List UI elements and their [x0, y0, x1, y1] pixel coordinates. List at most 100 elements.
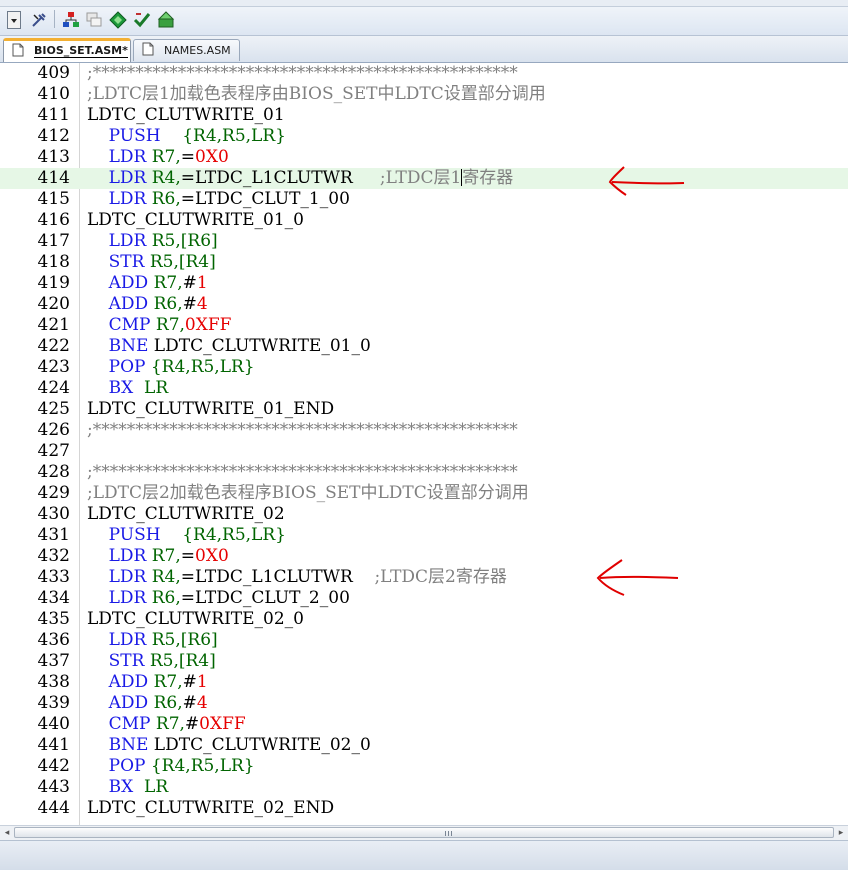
dropdown-icon[interactable] [7, 11, 21, 29]
code-line[interactable]: 420 ADD R6,#4 [0, 294, 848, 315]
code-text: LDTC_CLUTWRITE_02_0 [87, 609, 304, 630]
code-text: LDR R6,=LTDC_CLUT_1_00 [87, 189, 350, 210]
code-line[interactable]: 439 ADD R6,#4 [0, 693, 848, 714]
code-line[interactable]: 426 ;************************************… [0, 420, 848, 441]
code-line[interactable]: 435 LDTC_CLUTWRITE_02_0 [0, 609, 848, 630]
code-text: ;***************************************… [87, 420, 518, 441]
code-token: =LTDC_L1CLUTWR [180, 567, 375, 587]
code-text: ADD R6,#4 [87, 693, 208, 714]
line-number: 422 [37, 336, 70, 356]
build-icon[interactable] [155, 9, 175, 29]
line-number: 421 [37, 315, 70, 335]
code-line[interactable]: 413 LDR R7,=0X0 [0, 147, 848, 168]
scroll-thumb[interactable] [14, 827, 834, 838]
code-line[interactable]: 433 LDR R4,=LTDC_L1CLUTWR ;LTDC层2寄存器 [0, 567, 848, 588]
code-token: ;LDTC层1加载色表程序由BIOS_SET中LDTC设置部分调用 [87, 84, 546, 104]
code-line[interactable]: 443 BX LR [0, 777, 848, 798]
code-text: BX LR [87, 378, 169, 399]
code-line[interactable]: 438 ADD R7,#1 [0, 672, 848, 693]
horizontal-scrollbar[interactable]: ◂ ▸ [0, 825, 848, 840]
code-text: CMP R7,#0XFF [87, 714, 246, 735]
line-number: 443 [37, 777, 70, 797]
code-line[interactable]: 430 LDTC_CLUTWRITE_02 [0, 504, 848, 525]
tools-icon[interactable] [28, 9, 48, 29]
code-token: {R4,R5,LR} [150, 756, 255, 776]
code-line[interactable]: 417 LDR R5,[R6] [0, 231, 848, 252]
diamond-icon[interactable] [107, 9, 127, 29]
code-text: STR R5,[R4] [87, 252, 216, 273]
scroll-left-icon[interactable]: ◂ [1, 827, 13, 839]
code-editor[interactable]: 409 ;************************************… [0, 63, 848, 825]
code-token: 1 [196, 672, 208, 692]
hierarchy-icon[interactable] [60, 9, 80, 29]
code-token: POP [108, 756, 146, 776]
code-line[interactable]: 418 STR R5,[R4] [0, 252, 848, 273]
code-token: {R4,R5,LR} [182, 126, 286, 146]
line-number: 414 [37, 168, 70, 188]
code-line[interactable]: 409 ;************************************… [0, 63, 848, 84]
code-line[interactable]: 416 LDTC_CLUTWRITE_01_0 [0, 210, 848, 231]
code-line[interactable]: 415 LDR R6,=LTDC_CLUT_1_00 [0, 189, 848, 210]
code-line[interactable]: 411 LDTC_CLUTWRITE_01 [0, 105, 848, 126]
code-line[interactable]: 440 CMP R7,#0XFF [0, 714, 848, 735]
code-line[interactable]: 442 POP {R4,R5,LR} [0, 756, 848, 777]
code-token: R6, [151, 189, 181, 209]
code-line[interactable]: 441 BNE LDTC_CLUTWRITE_02_0 [0, 735, 848, 756]
windows-icon[interactable] [83, 9, 103, 29]
tab-bar: BIOS_SET.ASM* NAMES.ASM [0, 36, 848, 63]
code-token: LDR [108, 189, 147, 209]
code-text: POP {R4,R5,LR} [87, 357, 255, 378]
line-number: 439 [37, 693, 70, 713]
code-line[interactable]: 423 POP {R4,R5,LR} [0, 357, 848, 378]
code-line[interactable]: 436 LDR R5,[R6] [0, 630, 848, 651]
code-text: LDR R5,[R6] [87, 630, 218, 651]
line-number: 428 [37, 462, 70, 482]
scroll-right-icon[interactable]: ▸ [835, 827, 847, 839]
line-number: 425 [37, 399, 70, 419]
code-line[interactable]: 428 ;************************************… [0, 462, 848, 483]
code-line[interactable]: 421 CMP R7,0XFF [0, 315, 848, 336]
code-line[interactable]: 429 ;LDTC层2加载色表程序BIOS_SET中LDTC设置部分调用 [0, 483, 848, 504]
tab-bios-set-asm[interactable]: BIOS_SET.ASM* [3, 38, 131, 62]
code-line[interactable]: 427 [0, 441, 848, 462]
code-token: STR [108, 651, 145, 671]
code-line[interactable]: 414 LDR R4,=LTDC_L1CLUTWR ;LTDC层1寄存器 [0, 168, 848, 189]
tab-label: NAMES.ASM [164, 44, 231, 57]
code-line[interactable]: 424 BX LR [0, 378, 848, 399]
code-line[interactable]: 410 ;LDTC层1加载色表程序由BIOS_SET中LDTC设置部分调用 [0, 84, 848, 105]
code-line[interactable]: 419 ADD R7,#1 [0, 273, 848, 294]
code-token: 4 [196, 693, 208, 713]
line-number: 430 [37, 504, 70, 524]
line-number: 442 [37, 756, 70, 776]
code-line[interactable]: 444 LDTC_CLUTWRITE_02_END [0, 798, 848, 819]
code-line[interactable]: 431 PUSH {R4,R5,LR} [0, 525, 848, 546]
file-icon [142, 42, 154, 59]
code-line[interactable]: 434 LDR R6,=LTDC_CLUT_2_00 [0, 588, 848, 609]
code-token: R7, [155, 315, 185, 335]
tab-names-asm[interactable]: NAMES.ASM [133, 39, 240, 61]
code-line[interactable]: 432 LDR R7,=0X0 [0, 546, 848, 567]
code-token: LDR [108, 588, 147, 608]
check-icon[interactable] [131, 9, 151, 29]
code-line[interactable]: 412 PUSH {R4,R5,LR} [0, 126, 848, 147]
code-token: PUSH [108, 126, 161, 146]
line-number: 441 [37, 735, 70, 755]
code-token: # [182, 672, 197, 692]
code-token: # [182, 693, 197, 713]
code-token: R5,[R6] [151, 630, 218, 650]
code-line[interactable]: 422 BNE LDTC_CLUTWRITE_01_0 [0, 336, 848, 357]
code-text: ;LDTC层1加载色表程序由BIOS_SET中LDTC设置部分调用 [87, 84, 546, 105]
code-token: ADD [108, 273, 149, 293]
code-line[interactable]: 425 LDTC_CLUTWRITE_01_END [0, 399, 848, 420]
code-text: CMP R7,0XFF [87, 315, 232, 336]
code-line[interactable]: 437 STR R5,[R4] [0, 651, 848, 672]
